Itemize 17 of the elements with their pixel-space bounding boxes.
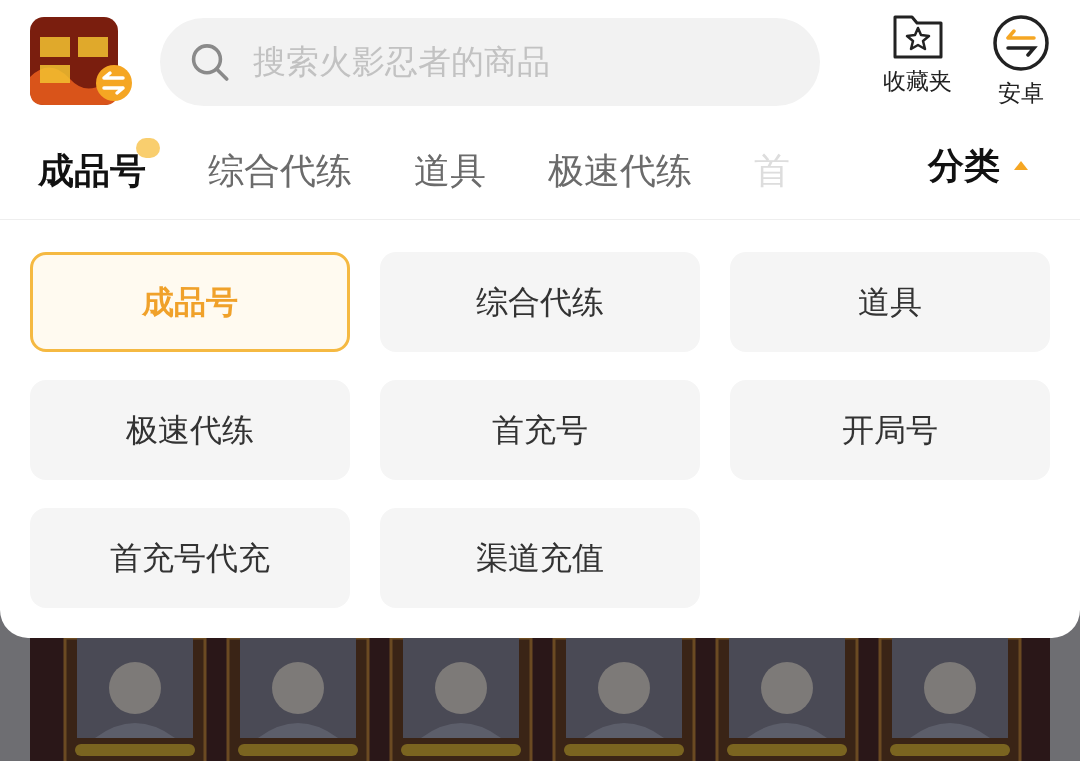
category-option[interactable]: 综合代练 <box>380 252 700 352</box>
category-tab[interactable]: 成品号 <box>38 133 160 198</box>
category-option[interactable]: 渠道充值 <box>380 508 700 608</box>
category-tab[interactable]: 极速代练 <box>548 133 706 198</box>
category-option[interactable]: 首充号 <box>380 380 700 480</box>
category-option[interactable]: 开局号 <box>730 380 1050 480</box>
category-option[interactable]: 道具 <box>730 252 1050 352</box>
category-option[interactable]: 首充号代充 <box>30 508 350 608</box>
category-option[interactable]: 极速代练 <box>30 380 350 480</box>
star-folder-icon <box>891 13 944 60</box>
swap-icon <box>992 13 1050 72</box>
category-toggle[interactable]: 分类 <box>928 138 1028 193</box>
favorites-button[interactable]: 收藏夹 <box>883 13 952 111</box>
category-tab[interactable]: 综合代练 <box>208 133 366 198</box>
platform-switch-button[interactable]: 安卓 <box>992 13 1050 111</box>
caret-icon <box>1014 161 1028 170</box>
category-tab[interactable]: 道具 <box>414 133 500 198</box>
